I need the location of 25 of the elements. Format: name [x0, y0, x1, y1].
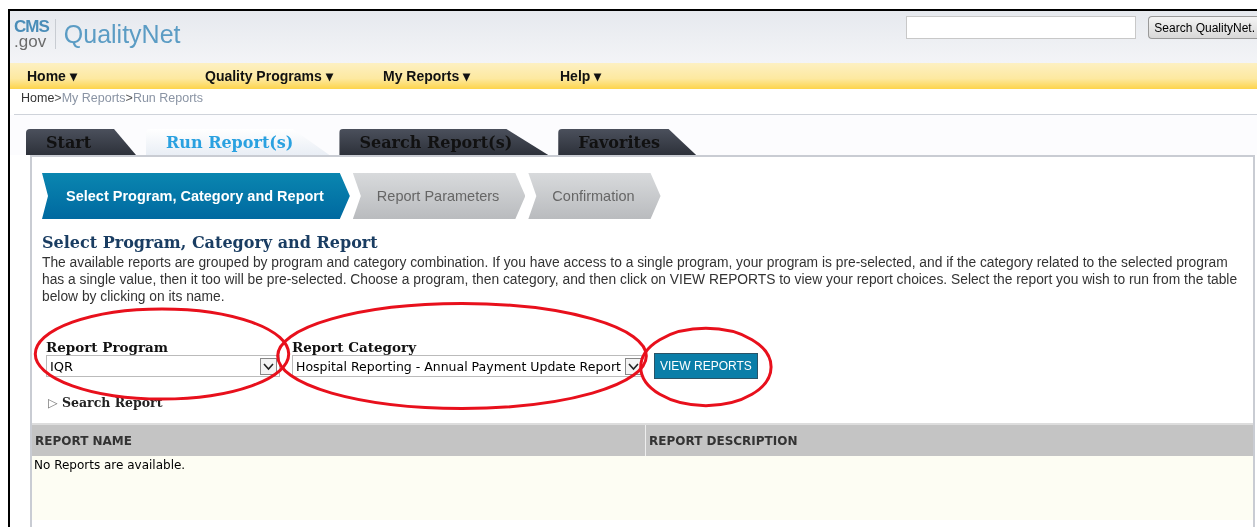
wizard-step: Confirmation: [528, 173, 661, 219]
empty-message: No Reports are available.: [32, 456, 1253, 520]
wizard-step: Select Program, Category and Report: [42, 173, 350, 219]
dropdown[interactable]: IQR: [46, 355, 280, 377]
search-field[interactable]: [906, 16, 1137, 39]
description-text: The available reports are grouped by program and category combination. If you have access to a single program, your program is pre-selected, and if the category related to the selected program has a single value, then it too will be pre-selected. Choose a program, then category, and then click on VIEW REPORTS to view your report choices. Select the report you wish to run from the table below by clicking on its name.: [42, 254, 1239, 305]
search-button[interactable]: Search QualityNet.: [1148, 16, 1257, 39]
nav-menu-item[interactable]: My Reports ▾: [383, 68, 471, 84]
site-name: QualityNet: [63, 19, 181, 49]
breadcrumb-link[interactable]: Home: [21, 91, 55, 105]
view-reports-button[interactable]: VIEW REPORTS: [654, 353, 758, 379]
nav-menu-item[interactable]: Help ▾: [560, 68, 602, 84]
dropdown[interactable]: Hospital Reporting - Annual Payment Update Report: [292, 355, 642, 377]
breadcrumb-separator: >: [54, 91, 62, 105]
breadcrumb-separator: >: [125, 91, 133, 105]
search-report-toggle[interactable]: ▷ Search Report: [48, 395, 163, 410]
nav-menu-item[interactable]: Quality Programs ▾: [205, 68, 333, 84]
field-label: Report Program: [46, 339, 170, 355]
logo-text: CMS: [14, 19, 49, 34]
section-title: Select Program, Category and Report: [42, 233, 379, 252]
field-label: Report Category: [292, 339, 418, 355]
column-header: REPORT DESCRIPTION: [648, 432, 798, 450]
nav-menu-item[interactable]: Home ▾: [27, 68, 77, 84]
wizard-step: Report Parameters: [352, 173, 526, 219]
logo-text: .gov: [14, 34, 48, 49]
